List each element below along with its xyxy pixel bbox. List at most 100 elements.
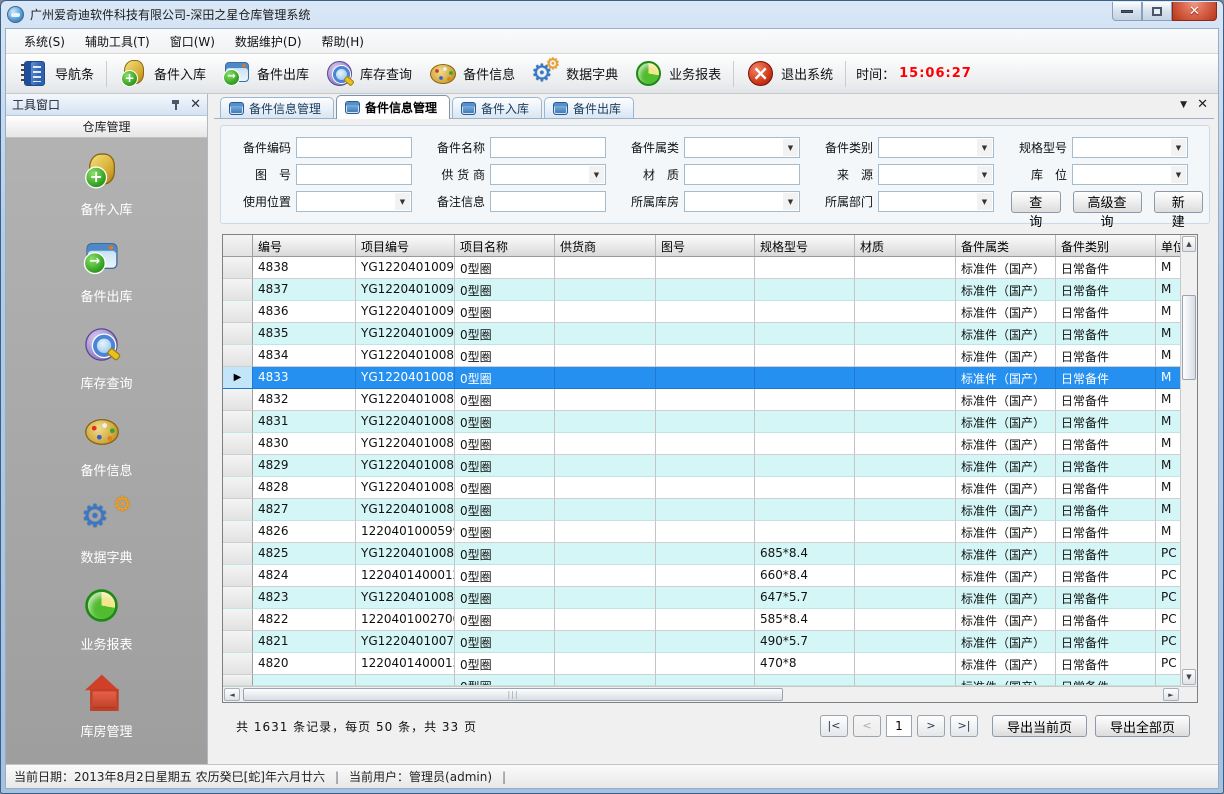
table-row[interactable]: 482412204014000120型圈660*8.4标准件（国产）日常备件PC	[223, 565, 1180, 587]
first-page-button[interactable]: |<	[820, 715, 848, 737]
last-page-button[interactable]: >|	[950, 715, 978, 737]
export-all-pages-button[interactable]: 导出全部页	[1095, 715, 1190, 737]
scroll-left-icon[interactable]: ◄	[224, 688, 240, 701]
column-header-2[interactable]: 项目编号	[356, 235, 455, 256]
table-row[interactable]: 4834YG122040100890型圈标准件（国产）日常备件M	[223, 345, 1180, 367]
page-number-input[interactable]	[886, 715, 912, 737]
table-row[interactable]: 4825YG122040100810型圈685*8.4标准件（国产）日常备件PC	[223, 543, 1180, 565]
chevron-down-icon[interactable]: ▼	[589, 166, 604, 183]
form-field-input[interactable]: ▼	[878, 164, 994, 185]
toolbar-button[interactable]: 备件出库	[214, 56, 317, 92]
chevron-down-icon[interactable]: ▼	[1171, 166, 1186, 183]
column-header-5[interactable]: 图号	[656, 235, 755, 256]
table-row[interactable]: 4827YG122040100820型圈标准件（国产）日常备件M	[223, 499, 1180, 521]
table-row[interactable]: ▶ 4833YG122040100880型圈标准件（国产）日常备件M	[223, 367, 1180, 389]
sidebar-close-icon[interactable]: ✕	[190, 98, 201, 111]
chevron-down-icon[interactable]: ▼	[783, 193, 798, 210]
sidebar-item-stock-query[interactable]: 库存查询	[6, 330, 207, 392]
chevron-down-icon[interactable]: ▼	[977, 166, 992, 183]
column-header-10[interactable]: 单位	[1156, 235, 1180, 256]
table-row[interactable]: 0型圈标准件（国产）日常备件	[223, 675, 1180, 686]
chevron-down-icon[interactable]: ▼	[1171, 139, 1186, 156]
scroll-right-icon[interactable]: ►	[1163, 688, 1179, 701]
query-button[interactable]: 查询	[1011, 191, 1061, 213]
next-page-button[interactable]: >	[917, 715, 945, 737]
sidebar-item-data-dictionary[interactable]: 数据字典	[6, 504, 207, 566]
new-button[interactable]: 新建	[1154, 191, 1204, 213]
restore-button[interactable]	[1142, 2, 1172, 21]
form-field-input[interactable]: ▼	[878, 137, 994, 158]
tab[interactable]: 备件入库	[452, 97, 542, 118]
minimize-button[interactable]	[1112, 2, 1142, 21]
table-row[interactable]: 4835YG122040100900型圈标准件（国产）日常备件M	[223, 323, 1180, 345]
menu-item[interactable]: 数据维护(D)	[225, 30, 312, 53]
tab[interactable]: 备件信息管理	[336, 95, 450, 119]
table-row[interactable]: 4837YG122040100920型圈标准件（国产）日常备件M	[223, 279, 1180, 301]
sidebar-item-parts-inbound[interactable]: 备件入库	[6, 156, 207, 218]
sidebar-item-parts-info[interactable]: 备件信息	[6, 417, 207, 479]
form-field-input[interactable]	[684, 164, 800, 185]
table-row[interactable]: 4823YG122040100800型圈647*5.7标准件（国产）日常备件PC	[223, 587, 1180, 609]
toolbar-button[interactable]: 退出系统	[738, 56, 841, 92]
column-header-4[interactable]: 供货商	[555, 235, 656, 256]
tab-close-icon[interactable]: ✕	[1197, 98, 1208, 111]
column-header-1[interactable]: 编号	[253, 235, 356, 256]
scroll-down-icon[interactable]: ▼	[1182, 669, 1196, 685]
toolbar-button[interactable]: 业务报表	[626, 56, 729, 92]
table-row[interactable]: 4832YG122040100870型圈标准件（国产）日常备件M	[223, 389, 1180, 411]
chevron-down-icon[interactable]: ▼	[977, 193, 992, 210]
form-field-input[interactable]	[296, 164, 412, 185]
form-field-input[interactable]: ▼	[684, 137, 800, 158]
tab-list-dropdown-icon[interactable]: ▼	[1180, 100, 1187, 110]
export-current-page-button[interactable]: 导出当前页	[992, 715, 1087, 737]
chevron-down-icon[interactable]: ▼	[977, 139, 992, 156]
form-field-input[interactable]: ▼	[878, 191, 994, 212]
menu-item[interactable]: 辅助工具(T)	[75, 30, 160, 53]
toolbar-button[interactable]: 备件信息	[420, 56, 523, 92]
horizontal-scrollbar[interactable]: ◄ ►	[223, 686, 1197, 702]
tab[interactable]: 备件信息管理	[220, 97, 334, 118]
toolbar-button[interactable]: 备件入库	[111, 56, 214, 92]
column-header-8[interactable]: 备件属类	[956, 235, 1056, 256]
column-header-9[interactable]: 备件类别	[1056, 235, 1156, 256]
sidebar-item-parts-outbound[interactable]: 备件出库	[6, 243, 207, 305]
table-row[interactable]: 482212204010027000型圈585*8.4标准件（国产）日常备件PC	[223, 609, 1180, 631]
menu-item[interactable]: 窗口(W)	[160, 30, 225, 53]
toolbar-button[interactable]: 导航条	[12, 56, 102, 92]
close-button[interactable]: ✕	[1172, 2, 1217, 21]
table-row[interactable]: 482612204010005990型圈标准件（国产）日常备件M	[223, 521, 1180, 543]
chevron-down-icon[interactable]: ▼	[395, 193, 410, 210]
column-header[interactable]	[223, 235, 253, 256]
form-field-input[interactable]: ▼	[684, 191, 800, 212]
table-row[interactable]: 4821YG122040100790型圈490*5.7标准件（国产）日常备件PC	[223, 631, 1180, 653]
scroll-up-icon[interactable]: ▲	[1182, 236, 1196, 252]
column-header-6[interactable]: 规格型号	[755, 235, 855, 256]
advanced-query-button[interactable]: 高级查询	[1073, 191, 1142, 213]
toolbar-button[interactable]: 库存查询	[317, 56, 420, 92]
chevron-down-icon[interactable]: ▼	[783, 139, 798, 156]
form-field-input[interactable]: ▼	[296, 191, 412, 212]
table-row[interactable]: 4830YG122040100850型圈标准件（国产）日常备件M	[223, 433, 1180, 455]
column-header-3[interactable]: 项目名称	[455, 235, 555, 256]
menu-item[interactable]: 帮助(H)	[312, 30, 374, 53]
column-header-7[interactable]: 材质	[855, 235, 956, 256]
table-row[interactable]: 4838YG122040100930型圈标准件（国产）日常备件M	[223, 257, 1180, 279]
table-row[interactable]: 4829YG122040100840型圈标准件（国产）日常备件M	[223, 455, 1180, 477]
form-field-input[interactable]: ▼	[1072, 164, 1188, 185]
table-row[interactable]: 4828YG122040100830型圈标准件（国产）日常备件M	[223, 477, 1180, 499]
form-field-input[interactable]: ▼	[490, 164, 606, 185]
vertical-scrollbar-thumb[interactable]	[1182, 295, 1196, 380]
menu-item[interactable]: 系统(S)	[14, 30, 75, 53]
tab[interactable]: 备件出库	[544, 97, 634, 118]
form-field-input[interactable]	[490, 137, 606, 158]
sidebar-item-warehouse[interactable]: 库房管理	[6, 678, 207, 740]
form-field-input[interactable]	[490, 191, 606, 212]
toolbar-button[interactable]: 数据字典	[523, 56, 626, 92]
table-row[interactable]: 482012204014000130型圈470*8标准件（国产）日常备件PC	[223, 653, 1180, 675]
horizontal-scrollbar-thumb[interactable]	[243, 688, 783, 701]
pin-icon[interactable]	[170, 99, 182, 111]
table-row[interactable]: 4836YG122040100910型圈标准件（国产）日常备件M	[223, 301, 1180, 323]
prev-page-button[interactable]: <	[853, 715, 881, 737]
table-row[interactable]: 4831YG122040100860型圈标准件（国产）日常备件M	[223, 411, 1180, 433]
form-field-input[interactable]	[296, 137, 412, 158]
